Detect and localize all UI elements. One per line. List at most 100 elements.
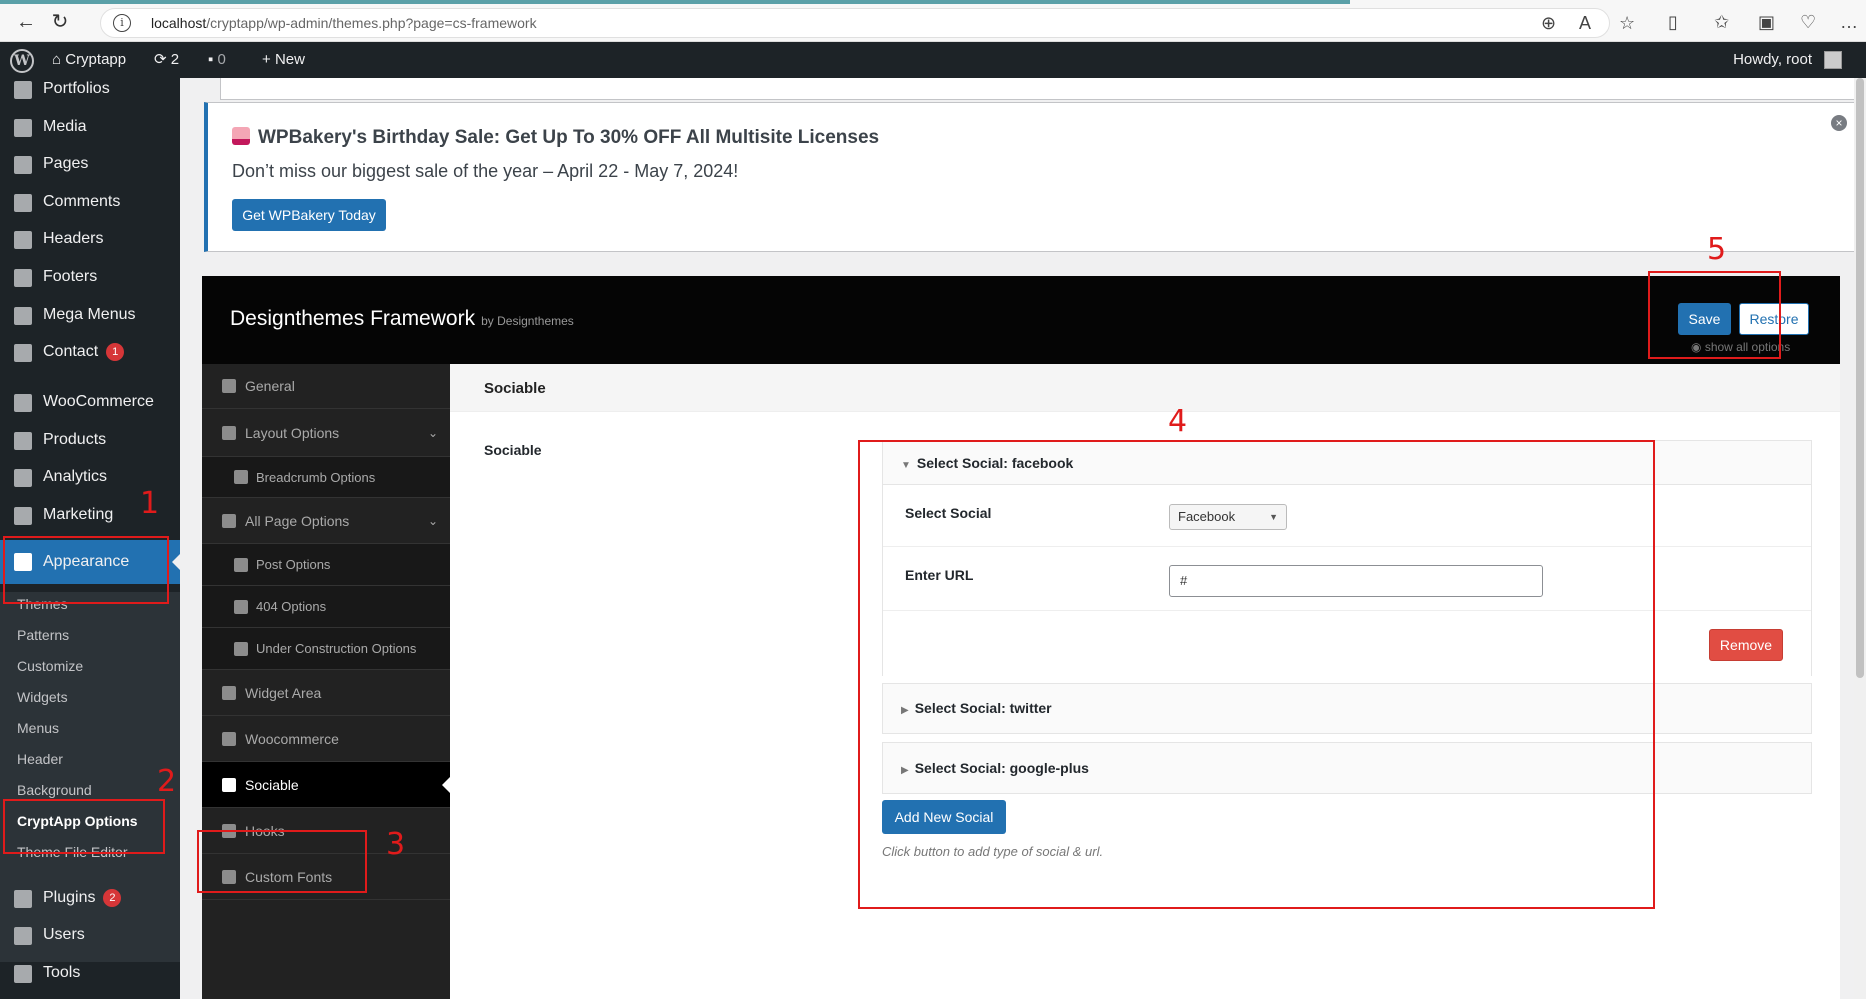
menu-item-products[interactable]: Products bbox=[0, 423, 180, 457]
media-icon bbox=[14, 119, 32, 137]
nav-label: Widget Area bbox=[245, 685, 322, 701]
menu-item-headers[interactable]: Headers bbox=[0, 222, 180, 256]
howdy-account-link[interactable]: Howdy, root bbox=[1733, 42, 1812, 78]
annotation-box-2 bbox=[3, 799, 165, 854]
menu-item-plugins[interactable]: Plugins 2 bbox=[0, 881, 180, 915]
annotation-box-1 bbox=[3, 536, 169, 604]
submenu-widgets[interactable]: Widgets bbox=[17, 685, 68, 709]
back-icon[interactable]: ← bbox=[14, 10, 38, 34]
share-icon bbox=[222, 778, 236, 792]
active-menu-arrow bbox=[172, 554, 180, 570]
zoom-icon[interactable]: ⊕ bbox=[1541, 13, 1556, 33]
menu-label: Pages bbox=[43, 155, 89, 172]
menu-label: Users bbox=[43, 926, 85, 943]
nav-all-page-options[interactable]: All Page Options ⌄ bbox=[202, 498, 450, 544]
warning-icon bbox=[234, 600, 248, 614]
close-icon[interactable]: × bbox=[1831, 115, 1847, 131]
menu-item-mega-menus[interactable]: Mega Menus bbox=[0, 298, 180, 332]
chevron-down-icon: ⌄ bbox=[427, 514, 438, 528]
favorite-star-icon[interactable]: ☆ bbox=[1619, 13, 1635, 33]
nav-label: All Page Options bbox=[245, 513, 350, 529]
menu-label: Analytics bbox=[43, 468, 108, 485]
layout-icon bbox=[222, 426, 236, 440]
nav-404-options[interactable]: 404 Options bbox=[202, 586, 450, 628]
menu-item-media[interactable]: Media bbox=[0, 110, 180, 144]
menu-label: WooCommerce bbox=[43, 393, 154, 410]
scrollbar-thumb[interactable] bbox=[1856, 78, 1864, 678]
plugins-count-badge: 2 bbox=[103, 888, 122, 907]
favorites-icon[interactable]: ✩ bbox=[1714, 12, 1729, 32]
grid-icon bbox=[14, 231, 32, 249]
submenu-menus[interactable]: Menus bbox=[17, 716, 59, 740]
wrench-icon bbox=[14, 965, 32, 983]
nav-under-construction-options[interactable]: Under Construction Options bbox=[202, 628, 450, 670]
nav-general[interactable]: General bbox=[202, 364, 450, 409]
page-scrollbar[interactable] bbox=[1854, 78, 1866, 999]
site-info-icon[interactable]: i bbox=[113, 14, 131, 32]
howdy-text: Howdy, root bbox=[1733, 51, 1812, 68]
menu-item-woocommerce[interactable]: WooCommerce bbox=[0, 385, 180, 419]
home-icon: ⌂ bbox=[52, 51, 62, 68]
read-aloud-icon[interactable]: A bbox=[1579, 13, 1591, 33]
envelope-icon bbox=[14, 344, 32, 362]
framework-title: Designthemes Framework by Designthemes bbox=[230, 307, 574, 331]
wordpress-logo-icon[interactable]: W bbox=[10, 49, 34, 73]
nav-label: Post Options bbox=[256, 557, 331, 572]
nav-label: Woocommerce bbox=[245, 731, 339, 747]
submenu-customize[interactable]: Customize bbox=[17, 654, 83, 678]
nav-sociable[interactable]: Sociable bbox=[202, 762, 450, 808]
menu-label: Media bbox=[43, 118, 87, 135]
section-title: Sociable bbox=[484, 380, 546, 397]
archive-icon bbox=[14, 432, 32, 450]
refresh-icon[interactable]: ↻ bbox=[48, 10, 72, 34]
user-icon bbox=[14, 927, 32, 945]
contact-count-badge: 1 bbox=[106, 342, 125, 361]
menu-item-portfolios[interactable]: Portfolios bbox=[0, 72, 180, 106]
menu-label: Marketing bbox=[43, 506, 114, 523]
submenu-header[interactable]: Header bbox=[17, 747, 63, 771]
browser-essentials-icon[interactable]: ♡ bbox=[1800, 12, 1816, 32]
get-wpbakery-button[interactable]: Get WPBakery Today bbox=[232, 199, 386, 231]
wpbakery-sale-notice: WPBakery's Birthday Sale: Get Up To 30% … bbox=[204, 102, 1860, 252]
current-nav-arrow bbox=[442, 777, 450, 793]
annotation-box-5 bbox=[1648, 271, 1781, 359]
submenu-patterns[interactable]: Patterns bbox=[17, 623, 69, 647]
nav-breadcrumb-options[interactable]: Breadcrumb Options bbox=[202, 457, 450, 498]
previous-notice-edge bbox=[220, 78, 1860, 100]
comment-bubble-icon: ▪ bbox=[208, 51, 214, 68]
menu-item-footers[interactable]: Footers bbox=[0, 260, 180, 294]
annotation-box-4 bbox=[858, 440, 1655, 909]
nav-post-options[interactable]: Post Options bbox=[202, 544, 450, 586]
new-content-link[interactable]: + New bbox=[262, 42, 305, 78]
nav-woocommerce[interactable]: Woocommerce bbox=[202, 716, 450, 762]
url-host: localhost bbox=[151, 15, 207, 31]
cake-icon bbox=[232, 127, 250, 145]
menu-item-contact[interactable]: Contact 1 bbox=[0, 335, 180, 369]
plugin-icon bbox=[14, 890, 32, 908]
nav-label: Breadcrumb Options bbox=[256, 470, 376, 485]
annotation-box-3 bbox=[197, 830, 367, 893]
split-screen-icon[interactable]: ▯ bbox=[1668, 12, 1678, 32]
menu-item-tools[interactable]: Tools bbox=[0, 956, 180, 990]
address-bar[interactable]: i localhost/cryptapp/wp-admin/themes.php… bbox=[100, 8, 1635, 38]
menu-label-text: Plugins bbox=[43, 889, 96, 906]
nav-widget-area[interactable]: Widget Area bbox=[202, 670, 450, 716]
menu-item-comments[interactable]: Comments bbox=[0, 185, 180, 219]
framework-header: Designthemes Framework by Designthemes Sa… bbox=[202, 276, 1840, 364]
menu-label: Tools bbox=[43, 964, 81, 981]
site-name: Cryptapp bbox=[65, 51, 127, 68]
menu-item-users[interactable]: Users bbox=[0, 918, 180, 952]
avatar[interactable] bbox=[1824, 51, 1842, 69]
menu-item-pages[interactable]: Pages bbox=[0, 147, 180, 181]
remove-button[interactable]: Remove bbox=[1709, 629, 1783, 661]
annotation-number-3: 3 bbox=[386, 827, 406, 862]
chevron-down-icon: ⌄ bbox=[427, 426, 438, 440]
comments-link[interactable]: ▪ 0 bbox=[208, 42, 226, 78]
gears-icon bbox=[222, 379, 236, 393]
nav-layout-options[interactable]: Layout Options ⌄ bbox=[202, 409, 450, 457]
browser-tab-strip bbox=[0, 0, 1350, 4]
grid-icon bbox=[14, 307, 32, 325]
notice-title: WPBakery's Birthday Sale: Get Up To 30% … bbox=[232, 127, 879, 149]
collections-icon[interactable]: ▣ bbox=[1758, 12, 1775, 32]
more-menu-icon[interactable]: … bbox=[1840, 12, 1858, 32]
